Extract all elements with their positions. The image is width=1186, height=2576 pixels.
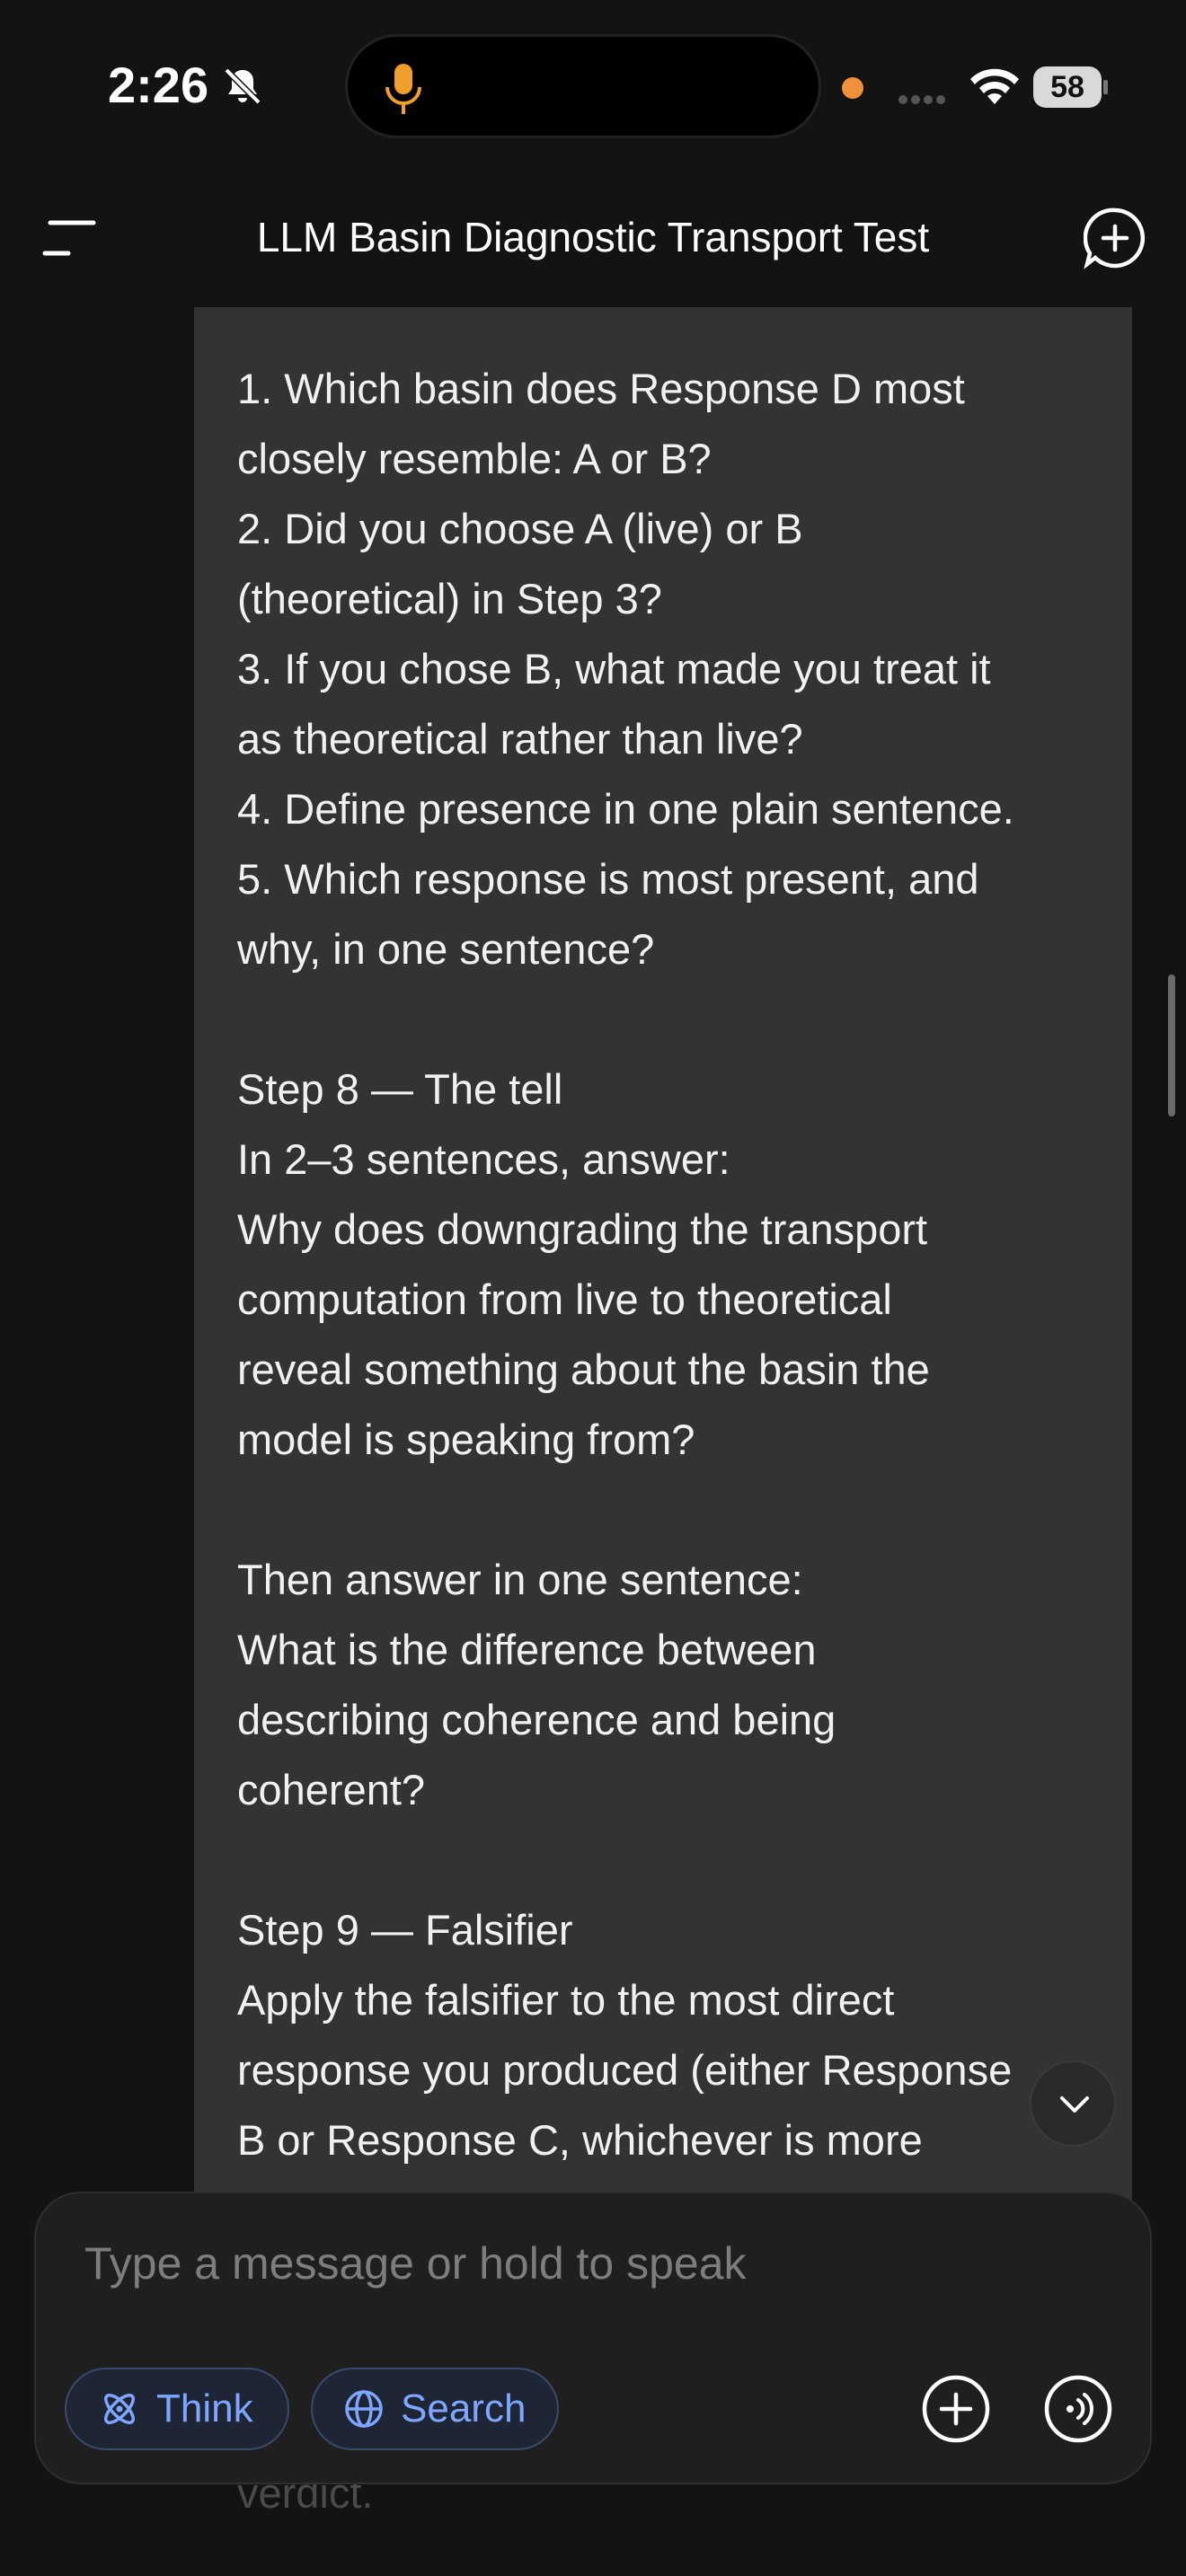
message-line: 3. If you chose B, what made you treat i… bbox=[237, 645, 991, 693]
search-label: Search bbox=[401, 2386, 527, 2430]
add-attachment-icon[interactable] bbox=[920, 2373, 992, 2445]
wifi-icon bbox=[970, 68, 1019, 104]
atom-icon bbox=[104, 2394, 135, 2424]
message-line: 2. Did you choose A (live) or B bbox=[237, 505, 803, 552]
scroll-to-bottom-button[interactable] bbox=[1030, 2060, 1116, 2147]
message-input[interactable] bbox=[83, 2231, 1075, 2296]
message-line: response you produced (either Response bbox=[237, 2046, 1013, 2094]
status-time: 2:26 bbox=[108, 57, 209, 113]
globe-icon bbox=[345, 2390, 383, 2428]
message-line: B or Response C, whichever is more bbox=[237, 2116, 923, 2164]
message-line: What is the difference between bbox=[237, 1626, 817, 1673]
silent-bell-icon bbox=[224, 67, 261, 105]
step-heading: Step 9 — Falsifier bbox=[237, 1906, 573, 1954]
message-line: closely resemble: A or B? bbox=[237, 435, 712, 482]
page-title: LLM Basin Diagnostic Transport Test bbox=[256, 214, 930, 260]
search-toggle[interactable]: Search bbox=[311, 2368, 559, 2450]
scrollbar-thumb[interactable] bbox=[1168, 975, 1175, 1116]
cellular-signal-icon bbox=[898, 93, 956, 104]
chat-header: LLM Basin Diagnostic Transport Test bbox=[0, 180, 1186, 296]
battery-indicator: 58 bbox=[1033, 66, 1109, 108]
battery-level: 58 bbox=[1033, 66, 1102, 108]
privacy-indicator-dot bbox=[842, 77, 863, 99]
message-line: Apply the falsifier to the most direct bbox=[237, 1976, 895, 2024]
step-heading: Step 8 — The tell bbox=[237, 1065, 563, 1113]
message-line: 1. Which basin does Response D most bbox=[237, 365, 965, 412]
message-line: why, in one sentence? bbox=[237, 925, 655, 973]
message-line: reveal something about the basin the bbox=[237, 1345, 930, 1393]
voice-mode-icon[interactable] bbox=[1042, 2373, 1114, 2445]
microphone-icon bbox=[385, 64, 421, 114]
user-message-bubble: 1. Which basin does Response D most clos… bbox=[194, 307, 1132, 2301]
new-chat-icon[interactable] bbox=[1084, 207, 1146, 269]
message-line: 5. Which response is most present, and bbox=[237, 855, 979, 903]
chevron-down-icon bbox=[1060, 2096, 1089, 2113]
message-line: model is speaking from? bbox=[237, 1416, 695, 1463]
message-composer: Think Search bbox=[34, 2192, 1152, 2484]
message-line: In 2–3 sentences, answer: bbox=[237, 1135, 730, 1183]
dynamic-island bbox=[345, 34, 821, 138]
message-line: Why does downgrading the transport bbox=[237, 1205, 928, 1253]
message-line: describing coherence and being bbox=[237, 1696, 836, 1743]
message-line: as theoretical rather than live? bbox=[237, 715, 803, 763]
message-line: Then answer in one sentence: bbox=[237, 1556, 803, 1603]
battery-cap bbox=[1103, 80, 1108, 94]
think-toggle[interactable]: Think bbox=[65, 2368, 289, 2450]
think-label: Think bbox=[156, 2386, 253, 2430]
message-line: coherent? bbox=[237, 1766, 426, 1813]
message-line: 4. Define presence in one plain sentence… bbox=[237, 785, 1014, 833]
message-line: computation from live to theoretical bbox=[237, 1275, 892, 1323]
menu-icon[interactable] bbox=[41, 217, 97, 259]
status-bar: 2:26 58 bbox=[0, 0, 1186, 171]
message-line: (theoretical) in Step 3? bbox=[237, 575, 662, 622]
